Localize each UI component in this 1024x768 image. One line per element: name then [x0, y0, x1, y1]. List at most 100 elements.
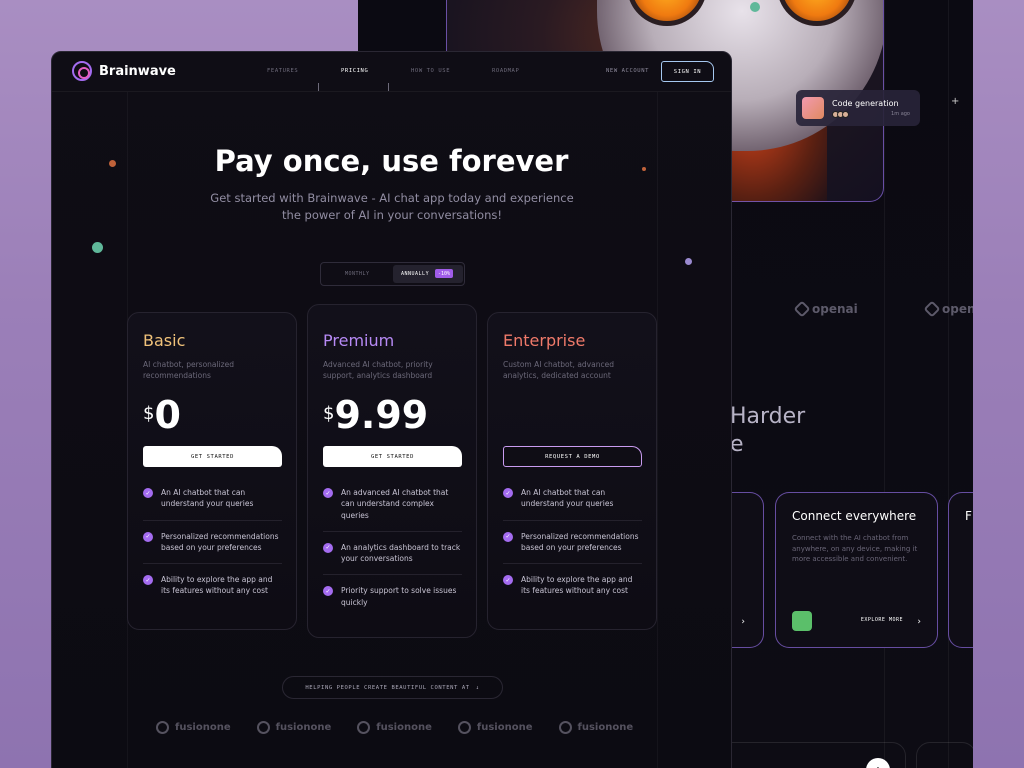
feature-text: Ability to explore the app and its featu…	[161, 575, 273, 596]
partner-logo: openai	[793, 300, 858, 318]
avatar	[842, 110, 849, 118]
client-name: fusionone	[376, 722, 432, 733]
fusionone-icon	[357, 721, 371, 734]
fusionone-icon	[256, 721, 270, 734]
notification-thumbnail	[802, 97, 824, 119]
plan-name: Basic	[143, 331, 186, 350]
billing-toggle: MONTHLY ANNUALLY -10%	[320, 262, 465, 286]
plan-name: Premium	[323, 331, 395, 350]
sign-in-button[interactable]: SIGN IN	[661, 61, 714, 82]
get-started-button[interactable]: GET STARTED	[143, 446, 282, 467]
feature-text: Priority support to solve issues quickly	[341, 586, 457, 607]
bottom-pill	[916, 742, 973, 768]
client-name: fusionone	[175, 722, 231, 733]
feature-card-title: F	[965, 509, 972, 523]
request-demo-button[interactable]: REQUEST A DEMO	[503, 446, 642, 467]
feature-text: An analytics dashboard to track your con…	[341, 542, 461, 563]
feature-list: ✓ An advanced AI chatbot that can unders…	[323, 487, 462, 628]
section-heading-partial: e	[730, 432, 744, 457]
client-name: fusionone	[275, 722, 332, 733]
chevron-right-icon: ›	[917, 617, 921, 627]
openai-icon	[923, 300, 941, 318]
helping-text: HELPING PEOPLE CREATE BEAUTIFUL CONTENT …	[305, 684, 470, 691]
grid-line	[657, 92, 658, 768]
feature-card-description: Connect with the AI chatbot from anywher…	[792, 534, 918, 563]
client-logo: fusionone	[457, 721, 533, 734]
explore-more-link[interactable]: EXPLORE MORE	[861, 617, 903, 623]
client-name: fusionone	[577, 722, 634, 733]
avatar-group	[832, 110, 899, 118]
brand-name: Brainwave	[99, 63, 176, 79]
client-logo: fusionone	[558, 721, 634, 734]
openai-icon	[793, 300, 811, 318]
arrow-down-icon[interactable]: ↓	[476, 685, 480, 691]
plus-icon: +	[951, 96, 960, 107]
feature-item: ✓ Priority support to solve issues quick…	[323, 585, 462, 618]
price-amount: 0	[154, 393, 181, 437]
client-logo: fusionone	[256, 721, 332, 734]
feature-item: ✓ Personalized recommendations based on …	[503, 531, 642, 564]
top-nav: Brainwave FEATURES PRICING HOW TO USE RO…	[52, 52, 731, 92]
client-name: fusionone	[476, 722, 533, 733]
feature-item: ✓ Personalized recommendations based on …	[143, 531, 282, 564]
decorative-dot	[685, 258, 692, 265]
annually-label: ANNUALLY	[401, 271, 430, 277]
currency-symbol: $	[143, 403, 155, 424]
brainwave-logo-icon	[72, 61, 92, 81]
price-amount: 9.99	[334, 393, 429, 437]
check-icon: ✓	[503, 531, 513, 542]
feature-card-connect[interactable]: Connect everywhere Connect with the AI c…	[775, 492, 938, 648]
check-icon: ✓	[503, 575, 513, 585]
annually-option[interactable]: ANNUALLY -10%	[393, 265, 463, 283]
feature-item: ✓ Ability to explore the app and its fea…	[503, 574, 642, 607]
nav-pricing[interactable]: PRICING	[341, 68, 368, 74]
feature-text: An advanced AI chatbot that can understa…	[341, 488, 449, 520]
nav-how-to-use[interactable]: HOW TO USE	[411, 68, 450, 74]
connect-icon	[792, 611, 812, 631]
nav-roadmap[interactable]: ROADMAP	[492, 68, 519, 74]
plan-price: $ 9.99	[323, 393, 428, 437]
code-generation-notification[interactable]: Code generation 1m ago	[796, 90, 920, 126]
decorative-dot	[92, 242, 103, 253]
client-logo: fusionone	[156, 721, 231, 734]
feature-item: ✓ An AI chatbot that can understand your…	[503, 487, 642, 521]
plan-description: Advanced AI chatbot, priority support, a…	[323, 360, 433, 381]
active-indicator	[388, 83, 389, 91]
plan-description: AI chatbot, personalized recommendations	[143, 360, 234, 381]
check-icon: ✓	[323, 586, 333, 597]
plan-price: $ 0	[143, 393, 181, 437]
pricing-window: Brainwave FEATURES PRICING HOW TO USE RO…	[51, 51, 732, 768]
section-heading-partial: Harder	[730, 404, 806, 429]
grid-line	[948, 0, 949, 768]
feature-text: An AI chatbot that can understand your q…	[161, 488, 254, 509]
notification-title: Code generation	[832, 98, 899, 108]
notification-time: 1m ago	[891, 111, 910, 117]
monthly-option[interactable]: MONTHLY	[345, 271, 370, 277]
plan-card-premium: Premium Advanced AI chatbot, priority su…	[307, 304, 477, 638]
plan-card-basic: Basic AI chatbot, personalized recommend…	[127, 312, 297, 630]
fusionone-icon	[457, 721, 471, 734]
feature-text: Personalized recommendations based on yo…	[161, 531, 279, 552]
check-icon: ✓	[143, 488, 153, 498]
fusionone-icon	[558, 721, 572, 734]
partner-logo: openai	[923, 300, 973, 318]
plan-description: Custom AI chatbot, advanced analytics, d…	[503, 360, 614, 381]
nav-features[interactable]: FEATURES	[267, 68, 298, 74]
partner-name: openai	[942, 302, 973, 316]
check-icon: ✓	[323, 542, 333, 553]
brand[interactable]: Brainwave	[72, 61, 176, 81]
feature-list: ✓ An AI chatbot that can understand your…	[503, 487, 642, 617]
check-icon: ✓	[323, 488, 333, 498]
check-icon: ✓	[503, 488, 513, 498]
feature-list: ✓ An AI chatbot that can understand your…	[143, 487, 282, 617]
chevron-right-icon: ›	[741, 617, 745, 627]
currency-symbol: $	[323, 403, 335, 424]
new-account-link[interactable]: NEW ACCOUNT	[606, 68, 649, 74]
feature-text: An AI chatbot that can understand your q…	[521, 488, 614, 509]
feature-text: Ability to explore the app and its featu…	[521, 575, 633, 596]
feature-card-title: Connect everywhere	[792, 509, 917, 523]
feature-card-partial[interactable]: F	[948, 492, 973, 648]
get-started-button[interactable]: GET STARTED	[323, 446, 462, 467]
feature-item: ✓ An AI chatbot that can understand your…	[143, 487, 282, 521]
plan-name: Enterprise	[503, 331, 586, 350]
